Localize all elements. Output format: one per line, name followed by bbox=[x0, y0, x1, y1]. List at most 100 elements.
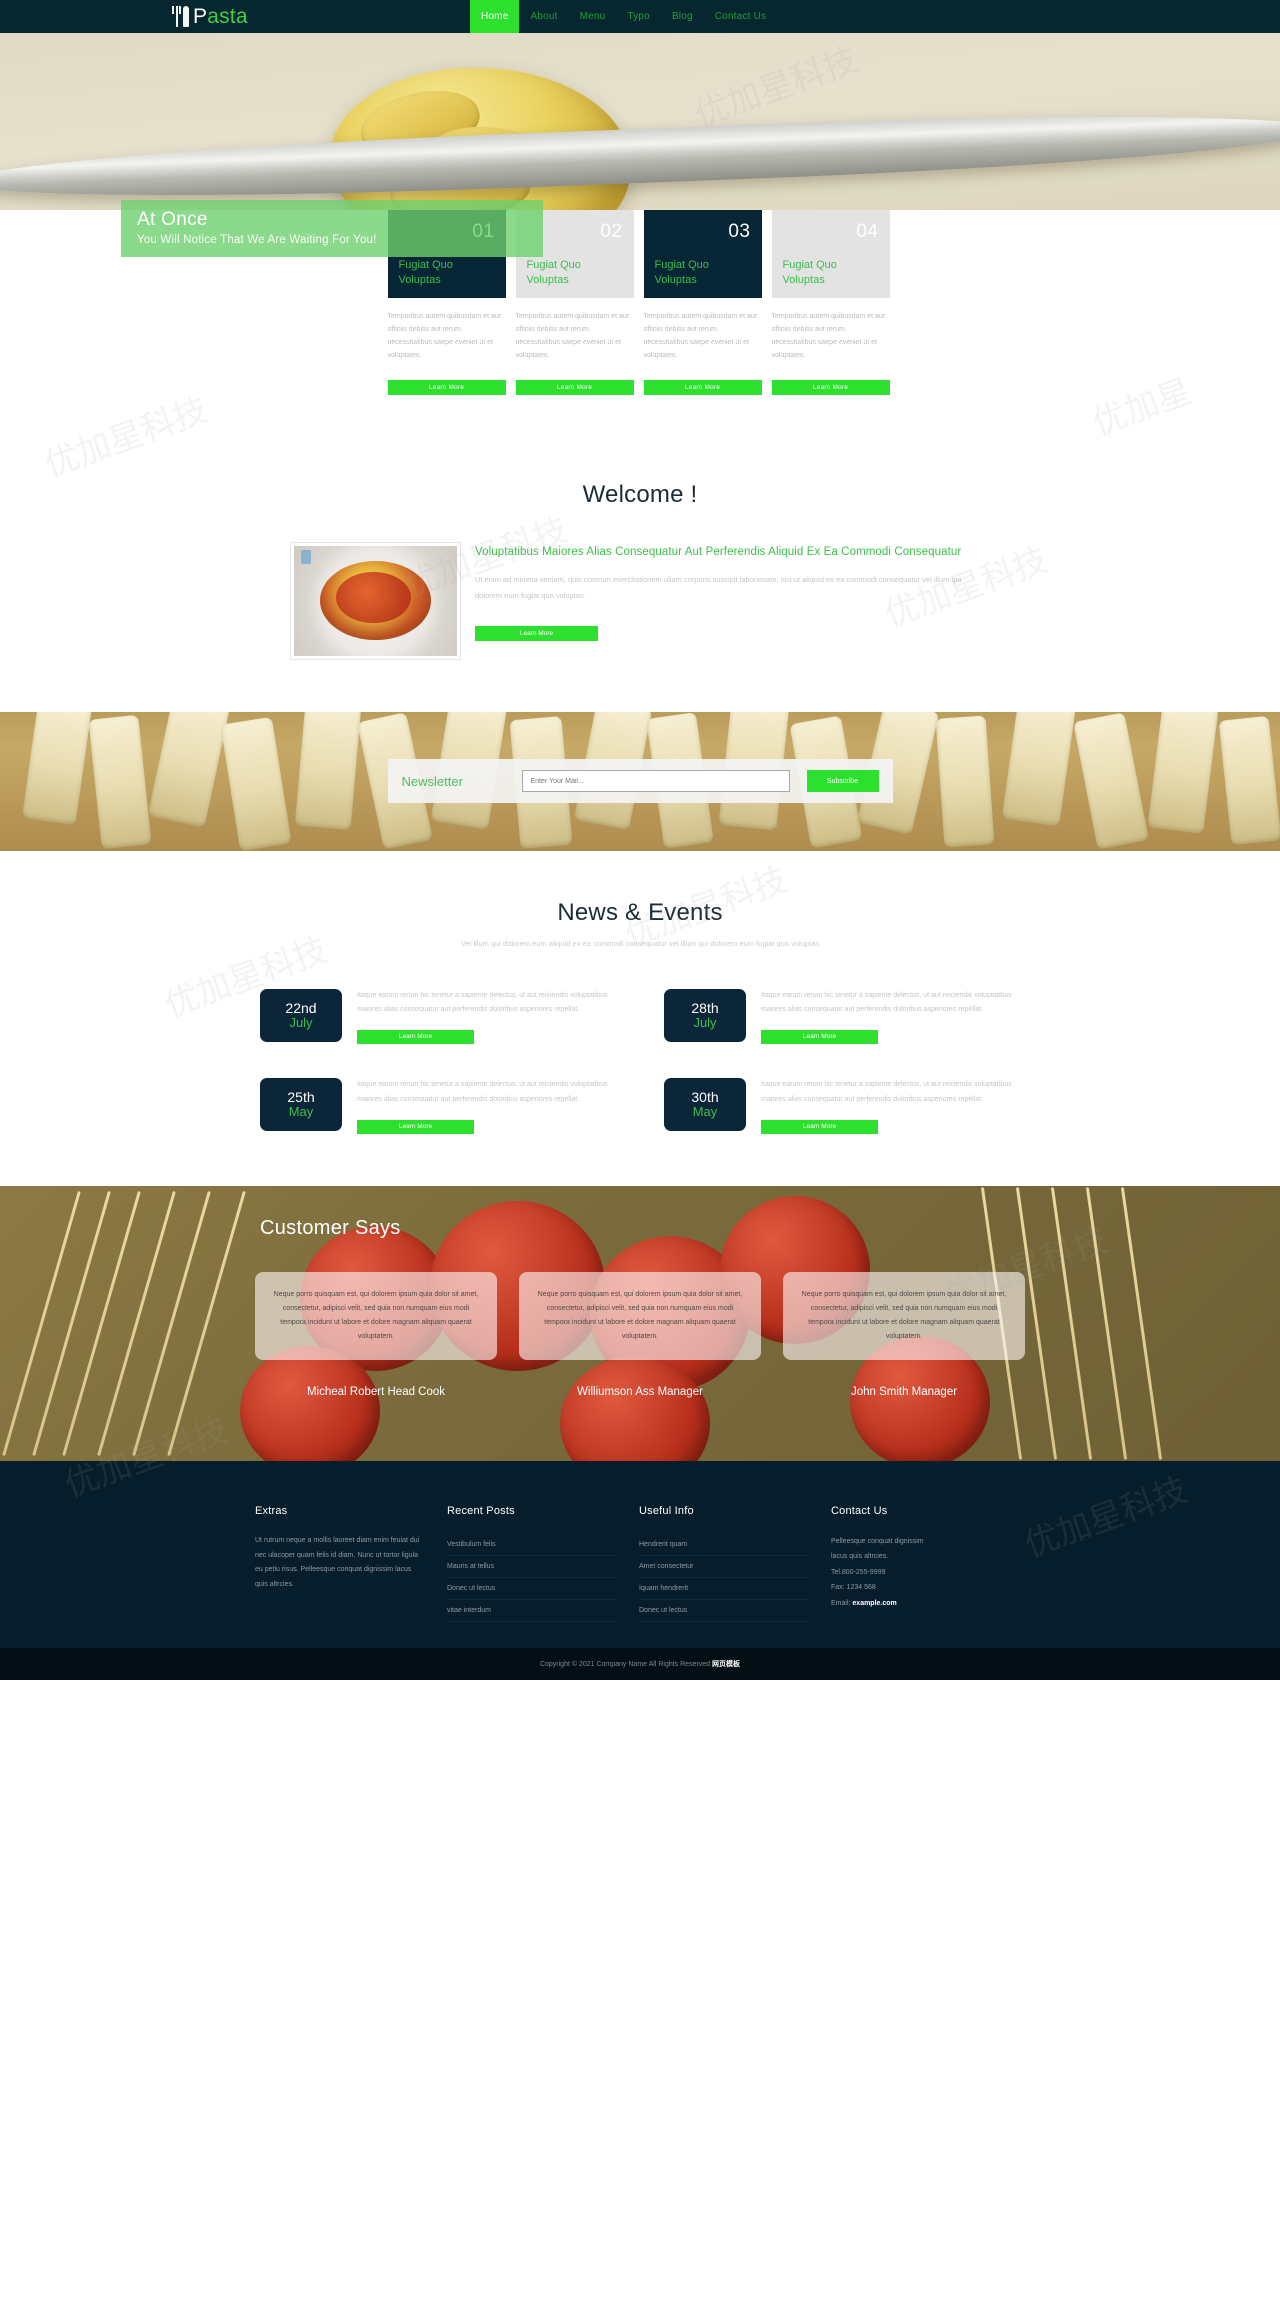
footer-email-value[interactable]: example.com bbox=[852, 1600, 896, 1607]
testimonial-name: Williumson Ass Manager bbox=[577, 1386, 703, 1398]
welcome-title: Voluptatibus Maiores Alias Consequatur A… bbox=[475, 545, 962, 558]
welcome-heading: Welcome ! bbox=[582, 480, 698, 508]
site-logo[interactable]: Pasta bbox=[172, 5, 248, 29]
event-date-badge: 28th July bbox=[664, 988, 746, 1042]
footer-link[interactable]: Mauris at tellus bbox=[447, 1556, 617, 1577]
site-header: Pasta Home About Menu Typo Blog Contact … bbox=[0, 0, 1280, 33]
footer-fax: Fax: 1234 568 bbox=[831, 1584, 876, 1592]
footer-link[interactable]: Vestibulum felis bbox=[447, 1534, 617, 1555]
list-item: Iquam hendrerit bbox=[639, 1578, 809, 1600]
footer-extras-text: Ut rutrum neque a mollis laoreet diam en… bbox=[255, 1537, 420, 1589]
event-day: 30th bbox=[691, 1089, 719, 1106]
list-item: Donec ut lectus bbox=[447, 1578, 617, 1600]
service-text: Temporibus autem quibusdam et aut offici… bbox=[515, 313, 629, 359]
news-text: Itaque earum rerum hic tenetur a sapient… bbox=[761, 1081, 1012, 1103]
nav-item-menu[interactable]: Menu bbox=[569, 0, 617, 33]
event-day: 22nd bbox=[285, 999, 317, 1016]
news-learn-more-button[interactable]: Learn More bbox=[357, 1030, 474, 1045]
service-text: Temporibus autem quibusdam et aut offici… bbox=[771, 313, 885, 359]
hero-title: At Once bbox=[137, 209, 208, 230]
service-learn-more-button[interactable]: Learn More bbox=[387, 379, 506, 395]
service-learn-more-button[interactable]: Learn More bbox=[643, 379, 762, 395]
nav-item-contact-us[interactable]: Contact Us bbox=[704, 0, 777, 33]
welcome-image bbox=[290, 541, 461, 660]
footer-link[interactable]: Donec ut lectus bbox=[639, 1600, 809, 1621]
nav-item-home[interactable]: Home bbox=[470, 0, 520, 33]
testimonial-name: John Smith Manager bbox=[850, 1386, 958, 1398]
footer-link[interactable]: Amet consectetur bbox=[639, 1556, 809, 1577]
service-card-04: 04 Fugiat Quo Voluptas Temporibus autem … bbox=[771, 210, 890, 395]
newsletter-subscribe-button[interactable]: Subscribe bbox=[806, 770, 879, 793]
news-learn-more-button[interactable]: Learn More bbox=[761, 1030, 878, 1045]
testimonial-card: Neque porro quisquam est, qui dolorem ip… bbox=[255, 1272, 497, 1398]
testimonial-card: Neque porro quisquam est, qui dolorem ip… bbox=[783, 1272, 1025, 1398]
newsletter-email-input[interactable] bbox=[521, 770, 790, 793]
event-date-badge: 22nd July bbox=[260, 988, 342, 1042]
nav-item-about[interactable]: About bbox=[519, 0, 568, 33]
nav-item-typo[interactable]: Typo bbox=[616, 0, 660, 33]
footer-email-row: Email: example.com bbox=[831, 1596, 1001, 1611]
fork-knife-icon bbox=[172, 6, 189, 27]
footer-link[interactable]: Hendrerit quam bbox=[639, 1534, 809, 1555]
event-month: May bbox=[692, 1104, 718, 1120]
event-day: 28th bbox=[691, 999, 719, 1016]
footer-link[interactable]: vitae interdum bbox=[447, 1600, 617, 1621]
news-events-section: News & Events Vel illum qui dolorem eum … bbox=[0, 850, 1280, 1186]
news-subtitle: Vel illum qui dolorem eum aliquid ex ea … bbox=[460, 938, 820, 948]
news-text: Itaque earum rerum hic tenetur a sapient… bbox=[357, 1081, 608, 1103]
newsletter-section: Newsletter Subscribe bbox=[0, 711, 1280, 851]
event-day: 25th bbox=[287, 1089, 315, 1106]
footer-address-line1: Pelleesque conquat dignissim bbox=[831, 1538, 924, 1545]
footer-address-line2: lacus quis altrcies. bbox=[831, 1553, 889, 1561]
service-title: Fugiat Quo Voluptas bbox=[782, 259, 837, 286]
footer-column-recent-posts: Recent Posts Vestibulum felis Mauris at … bbox=[447, 1505, 639, 1622]
footer-extras-title: Extras bbox=[255, 1505, 288, 1517]
footer-column-useful-info: Useful Info Hendrerit quam Amet consecte… bbox=[639, 1505, 831, 1622]
service-number: 03 bbox=[728, 221, 751, 242]
service-learn-more-button[interactable]: Learn More bbox=[771, 379, 890, 395]
service-number: 04 bbox=[856, 221, 879, 242]
news-learn-more-button[interactable]: Learn More bbox=[357, 1120, 474, 1134]
service-learn-more-button[interactable]: Learn More bbox=[515, 379, 634, 395]
welcome-learn-more-button[interactable]: Learn More bbox=[475, 625, 598, 641]
newsletter-title: Newsletter bbox=[401, 773, 463, 789]
news-item: 25th May Itaque earum rerum hic tenetur … bbox=[260, 1078, 616, 1134]
news-item: 30th May Itaque earum rerum hic tenetur … bbox=[664, 1078, 1020, 1134]
site-footer: Extras Ut rutrum neque a mollis laoreet … bbox=[0, 1461, 1280, 1648]
testimonial-quote: Neque porro quisquam est, qui dolorem ip… bbox=[255, 1272, 497, 1360]
event-month: July bbox=[693, 1014, 717, 1030]
footer-column-contact: Contact Us Pelleesque conquat dignissim … bbox=[831, 1505, 1023, 1622]
news-item: 22nd July Itaque earum rerum hic tenetur… bbox=[260, 988, 616, 1045]
page-root: Pasta Home About Menu Typo Blog Contact … bbox=[0, 0, 1280, 1680]
welcome-text: Ut enim ad minima veniam, quis nostrum e… bbox=[475, 575, 962, 600]
copyright-bar: Copyright © 2021 Company Name All Rights… bbox=[0, 1648, 1280, 1680]
testimonials-section: Customer Says Neque porro quisquam est, … bbox=[0, 1186, 1280, 1461]
event-date-badge: 30th May bbox=[664, 1078, 746, 1132]
nav-item-blog[interactable]: Blog bbox=[661, 0, 704, 33]
testimonial-quote: Neque porro quisquam est, qui dolorem ip… bbox=[783, 1272, 1025, 1360]
logo-text: Pasta bbox=[193, 4, 248, 28]
event-date-badge: 25th May bbox=[260, 1078, 342, 1132]
event-month: May bbox=[288, 1104, 314, 1120]
footer-link[interactable]: Donec ut lectus bbox=[447, 1578, 617, 1599]
newsletter-form: Newsletter Subscribe bbox=[387, 759, 893, 804]
news-learn-more-button[interactable]: Learn More bbox=[761, 1120, 878, 1134]
service-title: Fugiat Quo Voluptas bbox=[526, 259, 581, 286]
welcome-section: Welcome ! Voluptatibus Maiores Alias Con… bbox=[0, 438, 1280, 712]
list-item: Mauris at tellus bbox=[447, 1556, 617, 1578]
service-text: Temporibus autem quibusdam et aut offici… bbox=[387, 313, 501, 359]
copyright-text: Copyright © 2021 Company Name All Rights… bbox=[539, 1661, 713, 1668]
footer-tel: Tel.800-255-9999 bbox=[831, 1568, 886, 1576]
service-title: Fugiat Quo Voluptas bbox=[398, 259, 453, 286]
news-item: 28th July Itaque earum rerum hic tenetur… bbox=[664, 988, 1020, 1045]
footer-link[interactable]: Iquam hendrerit bbox=[639, 1578, 809, 1599]
main-nav: Home About Menu Typo Blog Contact Us bbox=[470, 0, 777, 33]
hero-subtitle: You Will Notice That We Are Waiting For … bbox=[137, 233, 377, 246]
service-card-03: 03 Fugiat Quo Voluptas Temporibus autem … bbox=[643, 210, 762, 395]
footer-recent-posts-list: Vestibulum felis Mauris at tellus Donec … bbox=[447, 1534, 617, 1622]
list-item: Hendrerit quam bbox=[639, 1534, 809, 1556]
logo-first-letter: P bbox=[193, 4, 208, 28]
copyright-highlight[interactable]: 网页模板 bbox=[712, 1661, 740, 1668]
footer-recent-posts-title: Recent Posts bbox=[447, 1505, 515, 1517]
list-item: Donec ut lectus bbox=[639, 1600, 809, 1622]
